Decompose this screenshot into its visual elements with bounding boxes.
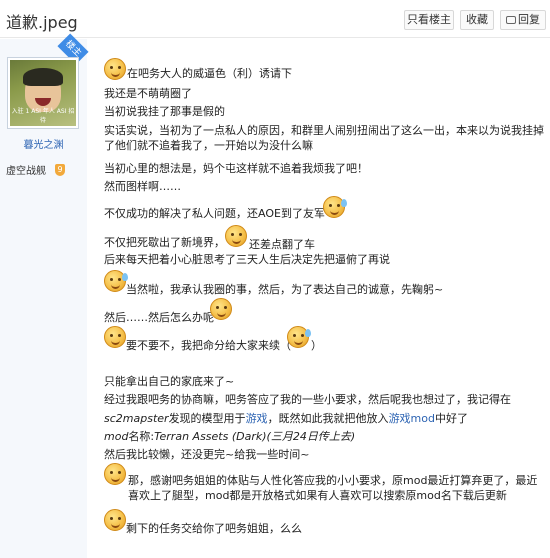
inline-text: (三月24日传上去) (266, 430, 356, 443)
smile-emoji-icon (225, 225, 247, 247)
post-text: 不仅成功的解决了私人问题，还AOE到了友军 (104, 207, 325, 220)
post-text: 当然啦，我承认我圈的事，然后，为了表达自己的诚意，先鞠躬~ (126, 283, 444, 296)
sweat-emoji-icon (104, 270, 128, 292)
inline-text: Terran Assets (Dark) (154, 430, 267, 443)
smile-emoji-icon (104, 58, 126, 80)
game-link[interactable]: 游戏 (246, 412, 268, 425)
post-text: sc2mapster发现的模型用于游戏，既然如此我就把他放入游戏mod中好了 (104, 411, 468, 426)
post-text: 那，感谢吧务姐姐的体贴与人性化答应我的小小要求，原mod最近打算弃更了，最近喜欢… (128, 474, 538, 502)
page-title: 道歉.jpeg (6, 13, 78, 32)
post-text: 当初说我挂了那事是假的 (104, 105, 225, 118)
favorite-button[interactable]: 收藏 (460, 10, 494, 30)
reply-button[interactable]: 回复 (500, 10, 546, 30)
reply-icon (506, 16, 516, 24)
post-text: 后来每天把着小心脏思考了三天人生后决定先把逼俯了再说 (104, 253, 390, 266)
post-text: 在吧务大人的威逼色（利）诱请下 (127, 67, 292, 80)
header-bar: 道歉.jpeg 只看楼主 收藏 回复 (0, 0, 550, 38)
avatar[interactable]: 入驻 1 ASI 年人 ASI 招待 (7, 57, 79, 129)
post-text: 不仅把死歇出了新境界， (104, 236, 225, 249)
post-text: 然而图样啊…… (104, 180, 181, 193)
sweat-emoji-icon (323, 196, 347, 218)
post-text: 要不要不，我把命分给大家来续（ (126, 339, 291, 352)
post-text: 我还是不萌萌圈了 (104, 87, 192, 100)
inline-text: ，既然如此我就把他放入 (267, 412, 389, 425)
inline-text: 中好了 (435, 412, 468, 425)
post-text: mod名称:Terran Assets (Dark)(三月24日传上去) (104, 429, 355, 444)
reply-label: 回复 (518, 13, 540, 26)
smile-emoji-icon (104, 463, 126, 485)
post-text: 实话实说，当初为了一点私人的原因，和群里人闹别扭闹出了这么一出，本来以为说我挂掉… (104, 124, 544, 152)
post-text: 经过我跟吧务的协商嘛，吧务答应了我的一些小要求，然后呢我也想过了，我记得在 (104, 393, 511, 406)
post-text: 然后我比较懒，还没更完~给我一些时间~ (104, 448, 310, 461)
post-text: 还差点翻了车 (249, 238, 315, 251)
smile-emoji-icon (104, 326, 126, 348)
smile-emoji-icon (210, 298, 232, 320)
post-text: 剩下的任务交给你了吧务姐姐，么么 (126, 522, 302, 535)
shy-emoji-icon (104, 509, 126, 531)
inline-text: sc2mapster (104, 412, 169, 425)
post-text: 然后……然后怎么办呢 (104, 311, 214, 324)
avatar-caption: 入驻 1 ASI 年人 ASI 招待 (11, 108, 75, 124)
post-text: ） (311, 339, 322, 352)
inline-text: 名称: (128, 430, 155, 443)
username-link[interactable]: 暮光之渊 (0, 136, 87, 151)
post-text: 当初心里的想法是，妈个屯这样就不追着我烦我了吧！ (104, 162, 368, 175)
forum-badge: 虚空战舰 (6, 166, 46, 177)
inline-text: mod (104, 430, 129, 443)
sweat-emoji-icon (287, 326, 311, 348)
game-mod-link[interactable]: 游戏mod (389, 412, 435, 425)
inline-text: 发现的模型用于 (168, 412, 246, 425)
post-text: 只能拿出自己的家底来了~ (104, 375, 235, 388)
level-badge: 9 (55, 164, 65, 176)
only-author-button[interactable]: 只看楼主 (404, 10, 454, 30)
